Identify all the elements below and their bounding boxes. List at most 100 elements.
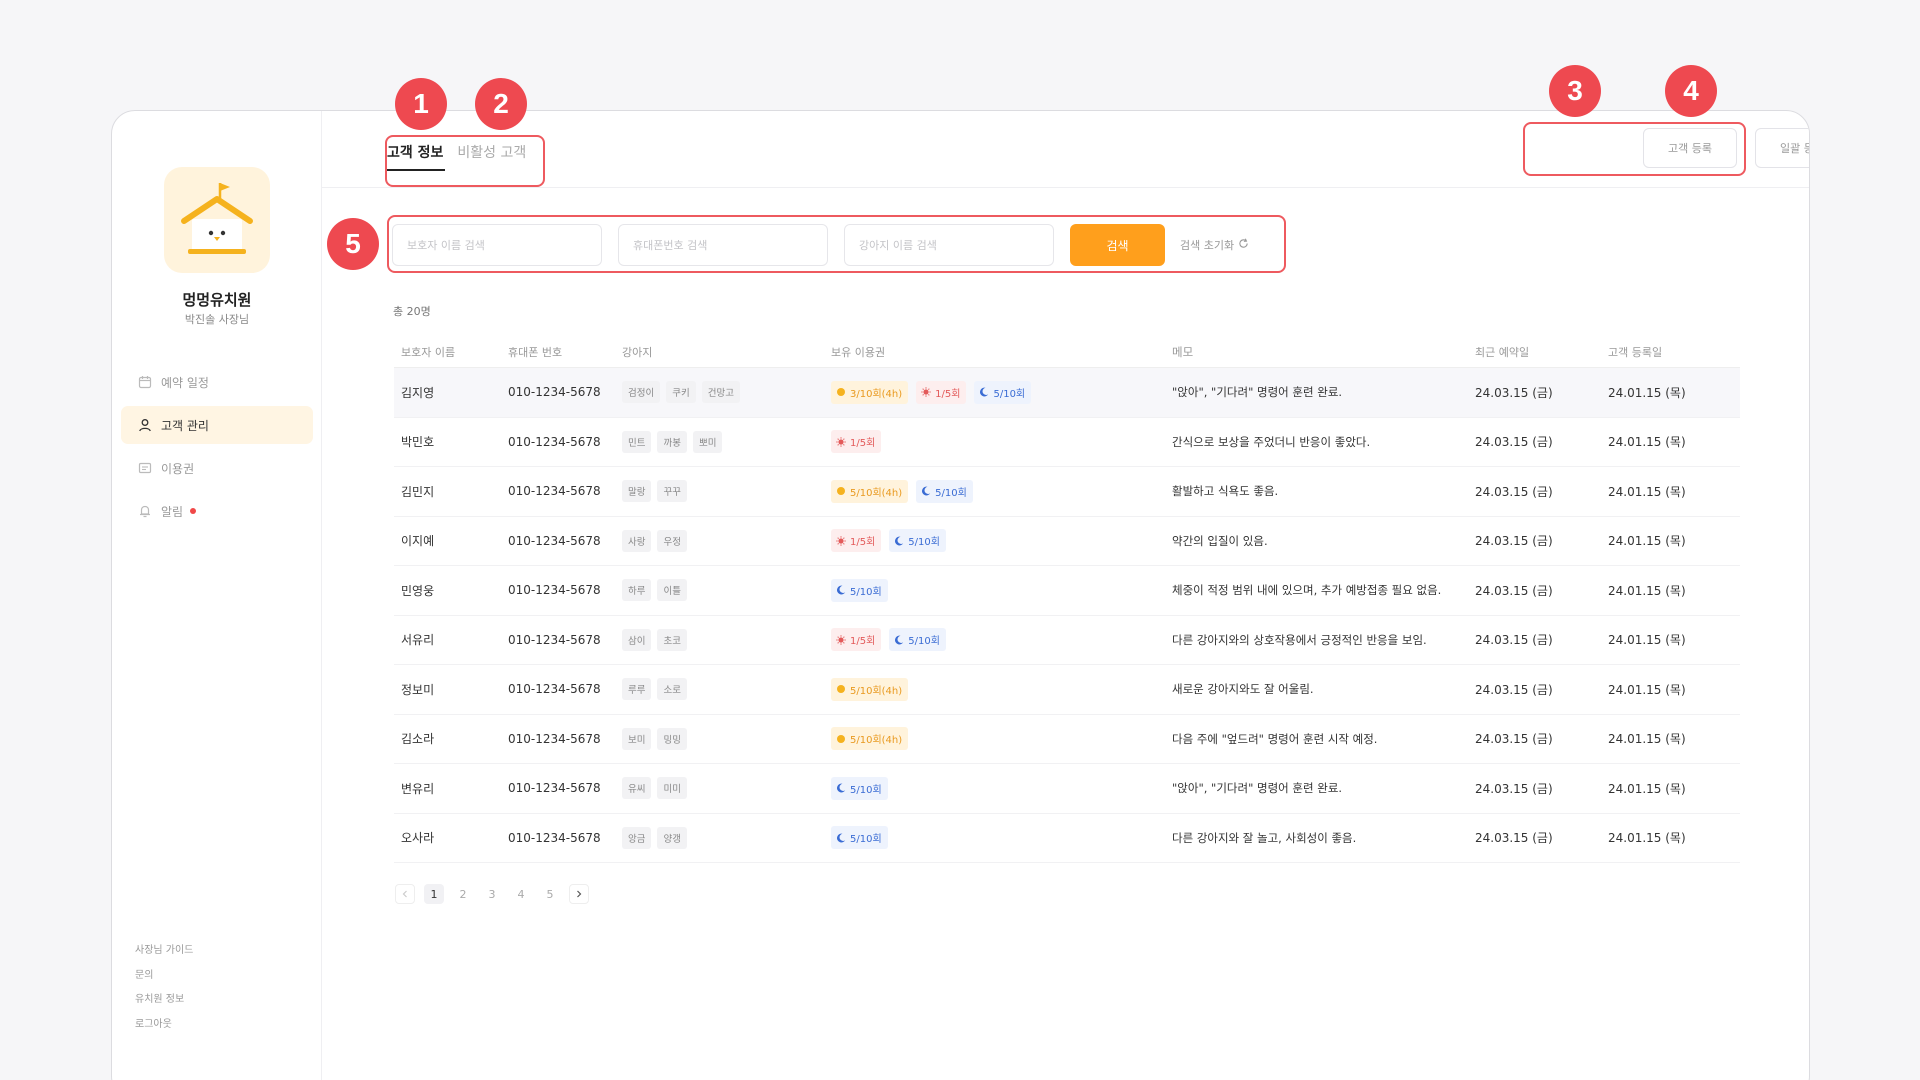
- table-row[interactable]: 정보미 010-1234-5678 루루 소로 5/10회(4h) 새로운 강아지와도 잘…: [394, 665, 1740, 715]
- guardian-name: 서유리: [401, 633, 435, 648]
- dog-tag: 유씨: [622, 777, 652, 800]
- table-row[interactable]: 변유리 010-1234-5678 유씨 미미 5/10회 "앉아", "기다려" 명령어…: [394, 764, 1740, 814]
- moon-icon: [837, 585, 846, 595]
- footer-link-contact[interactable]: 문의: [135, 966, 193, 991]
- memo: 새로운 강아지와도 잘 어울림.: [1172, 682, 1314, 697]
- ticket-label: 3/10회(4h): [850, 388, 903, 400]
- ticket-list: 1/5회: [831, 430, 1172, 454]
- ticket-badge-moon: 5/10회: [831, 826, 888, 850]
- annotation-box-search: [387, 215, 1286, 273]
- sidebar-item-tickets[interactable]: 이용권: [121, 449, 313, 487]
- table-row[interactable]: 이지예 010-1234-5678 사랑 우정 1/5회 5/10회 약간의 입질이 있음.…: [394, 517, 1740, 566]
- table-row[interactable]: 김소라 010-1234-5678 보미 밍밍 5/10회(4h) 다음 주에 "엎드려"…: [394, 715, 1740, 764]
- phone-number: 010-1234-5678: [508, 484, 601, 499]
- ticket-badge-moon: 5/10회: [831, 776, 888, 800]
- memo: 약간의 입질이 있음.: [1172, 533, 1268, 548]
- notification-dot: [190, 508, 197, 514]
- ticket-label: 1/5회: [935, 388, 961, 400]
- daytime-icon: [836, 536, 846, 546]
- annotation-badge-5: 5: [327, 218, 379, 270]
- dog-tag: 루루: [622, 678, 652, 701]
- recent-reservation-date: 24.03.15 (금): [1475, 732, 1553, 747]
- page-button-3[interactable]: 3: [482, 884, 502, 904]
- dog-tag: 하루: [622, 579, 652, 602]
- bulk-register-button[interactable]: 일괄 등록: [1755, 128, 1809, 168]
- ticket-label: 1/5회: [850, 438, 876, 450]
- page-button-1[interactable]: 1: [424, 884, 444, 904]
- dog-list: 루루 소로: [622, 678, 831, 701]
- ticket-badge-moon: 5/10회: [831, 578, 888, 602]
- sidebar: 멍멍유치원 박진솔 사장님 예약 일정 고객 관리 이용권 알림 사장님 가이드…: [112, 111, 322, 1080]
- table-header: 보호자 이름 휴대폰 번호 강아지 보유 이용권 메모 최근 예약일 고객 등록…: [394, 336, 1740, 368]
- ticket-icon: [137, 460, 153, 476]
- table-row[interactable]: 오사라 010-1234-5678 앙금 양갱 5/10회 다른 강아지와 잘 놀고, 사…: [394, 814, 1740, 863]
- phone-number: 010-1234-5678: [508, 385, 601, 400]
- recent-reservation-date: 24.03.15 (금): [1475, 633, 1553, 648]
- dog-list: 보미 밍밍: [622, 727, 831, 750]
- recent-reservation-date: 24.03.15 (금): [1475, 484, 1553, 499]
- column-header-registered-date[interactable]: 고객 등록일: [1608, 344, 1738, 360]
- page-button-4[interactable]: 4: [511, 884, 531, 904]
- registered-date: 24.01.15 (목): [1608, 385, 1686, 400]
- sidebar-item-label: 이용권: [161, 461, 195, 476]
- memo: 간식으로 보상을 주었더니 반응이 좋았다.: [1172, 434, 1371, 449]
- registered-date: 24.01.15 (목): [1608, 682, 1686, 697]
- sun-icon: [837, 388, 845, 397]
- page-button-2[interactable]: 2: [453, 884, 473, 904]
- sidebar-item-reservations[interactable]: 예약 일정: [121, 363, 313, 401]
- annotation-badge-3: 3: [1549, 65, 1601, 117]
- moon-icon: [895, 536, 904, 546]
- ticket-badge-moon: 5/10회: [889, 529, 946, 553]
- footer-link-logout[interactable]: 로그아웃: [135, 1015, 193, 1040]
- column-header-dogs[interactable]: 강아지: [622, 344, 831, 360]
- sidebar-item-label: 알림: [161, 504, 184, 519]
- footer-link-kindergarten-info[interactable]: 유치원 정보: [135, 990, 193, 1015]
- memo: "앉아", "기다려" 명령어 훈련 완료.: [1172, 781, 1343, 796]
- prev-page-button[interactable]: [395, 884, 415, 904]
- chevron-left-icon: [402, 890, 407, 898]
- dog-tag: 미미: [657, 777, 687, 800]
- dog-tag: 사랑: [622, 529, 652, 552]
- dog-tag: 초코: [657, 628, 687, 651]
- sun-icon: [837, 685, 845, 694]
- dog-tag: 검정이: [622, 381, 661, 404]
- phone-number: 010-1234-5678: [508, 632, 601, 647]
- dog-tag: 민트: [622, 430, 652, 453]
- ticket-list: 5/10회(4h) 5/10회: [831, 479, 1172, 503]
- ticket-list: 1/5회 5/10회: [831, 529, 1172, 553]
- logo: [164, 167, 270, 273]
- ticket-label: 5/10회: [993, 388, 1026, 400]
- memo: 다른 강아지와 잘 놀고, 사회성이 좋음.: [1172, 830, 1357, 845]
- page-button-5[interactable]: 5: [540, 884, 560, 904]
- daytime-icon: [836, 635, 846, 645]
- ticket-list: 1/5회 5/10회: [831, 628, 1172, 652]
- table-row[interactable]: 박민호 010-1234-5678 민트 까봉 뽀미 1/5회 간식으로 보상을 주었더니 …: [394, 418, 1740, 467]
- table-row[interactable]: 김민지 010-1234-5678 말랑 꾸꾸 5/10회(4h) 5/10회 활발하고 식…: [394, 467, 1740, 517]
- column-header-memo[interactable]: 메모: [1172, 344, 1475, 360]
- ticket-label: 1/5회: [850, 636, 876, 648]
- kindergarten-house-icon: [181, 183, 253, 254]
- table-row[interactable]: 민영웅 010-1234-5678 하루 이틀 5/10회 체중이 적정 범위 내에 있으…: [394, 566, 1740, 616]
- ticket-badge-sun: 5/10회(4h): [831, 727, 909, 751]
- sidebar-item-alerts[interactable]: 알림: [121, 492, 313, 530]
- column-header-guardian[interactable]: 보호자 이름: [394, 344, 508, 360]
- daytime-icon: [921, 387, 931, 397]
- column-header-phone[interactable]: 휴대폰 번호: [508, 344, 622, 360]
- column-header-tickets[interactable]: 보유 이용권: [831, 344, 1172, 360]
- sidebar-item-customers[interactable]: 고객 관리: [121, 406, 313, 444]
- sun-icon: [837, 487, 845, 496]
- table-row[interactable]: 김지영 010-1234-5678 검정이 쿠키 건망고 3/10회(4h) 1/5회 5/1…: [394, 368, 1740, 418]
- guardian-name: 민영웅: [401, 583, 435, 598]
- table-row[interactable]: 서유리 010-1234-5678 삼이 초코 1/5회 5/10회 다른 강아지와의 상호…: [394, 616, 1740, 665]
- dog-tag: 보미: [622, 727, 652, 750]
- registered-date: 24.01.15 (목): [1608, 781, 1686, 796]
- column-header-recent-reservation[interactable]: 최근 예약일: [1475, 344, 1608, 360]
- phone-number: 010-1234-5678: [508, 434, 601, 449]
- annotation-badge-1: 1: [395, 78, 447, 130]
- recent-reservation-date: 24.03.15 (금): [1475, 781, 1553, 796]
- next-page-button[interactable]: [569, 884, 589, 904]
- ticket-list: 3/10회(4h) 1/5회 5/10회: [831, 380, 1172, 404]
- memo: "앉아", "기다려" 명령어 훈련 완료.: [1172, 385, 1343, 400]
- dog-tag: 앙금: [622, 826, 652, 849]
- footer-link-guide[interactable]: 사장님 가이드: [135, 941, 193, 966]
